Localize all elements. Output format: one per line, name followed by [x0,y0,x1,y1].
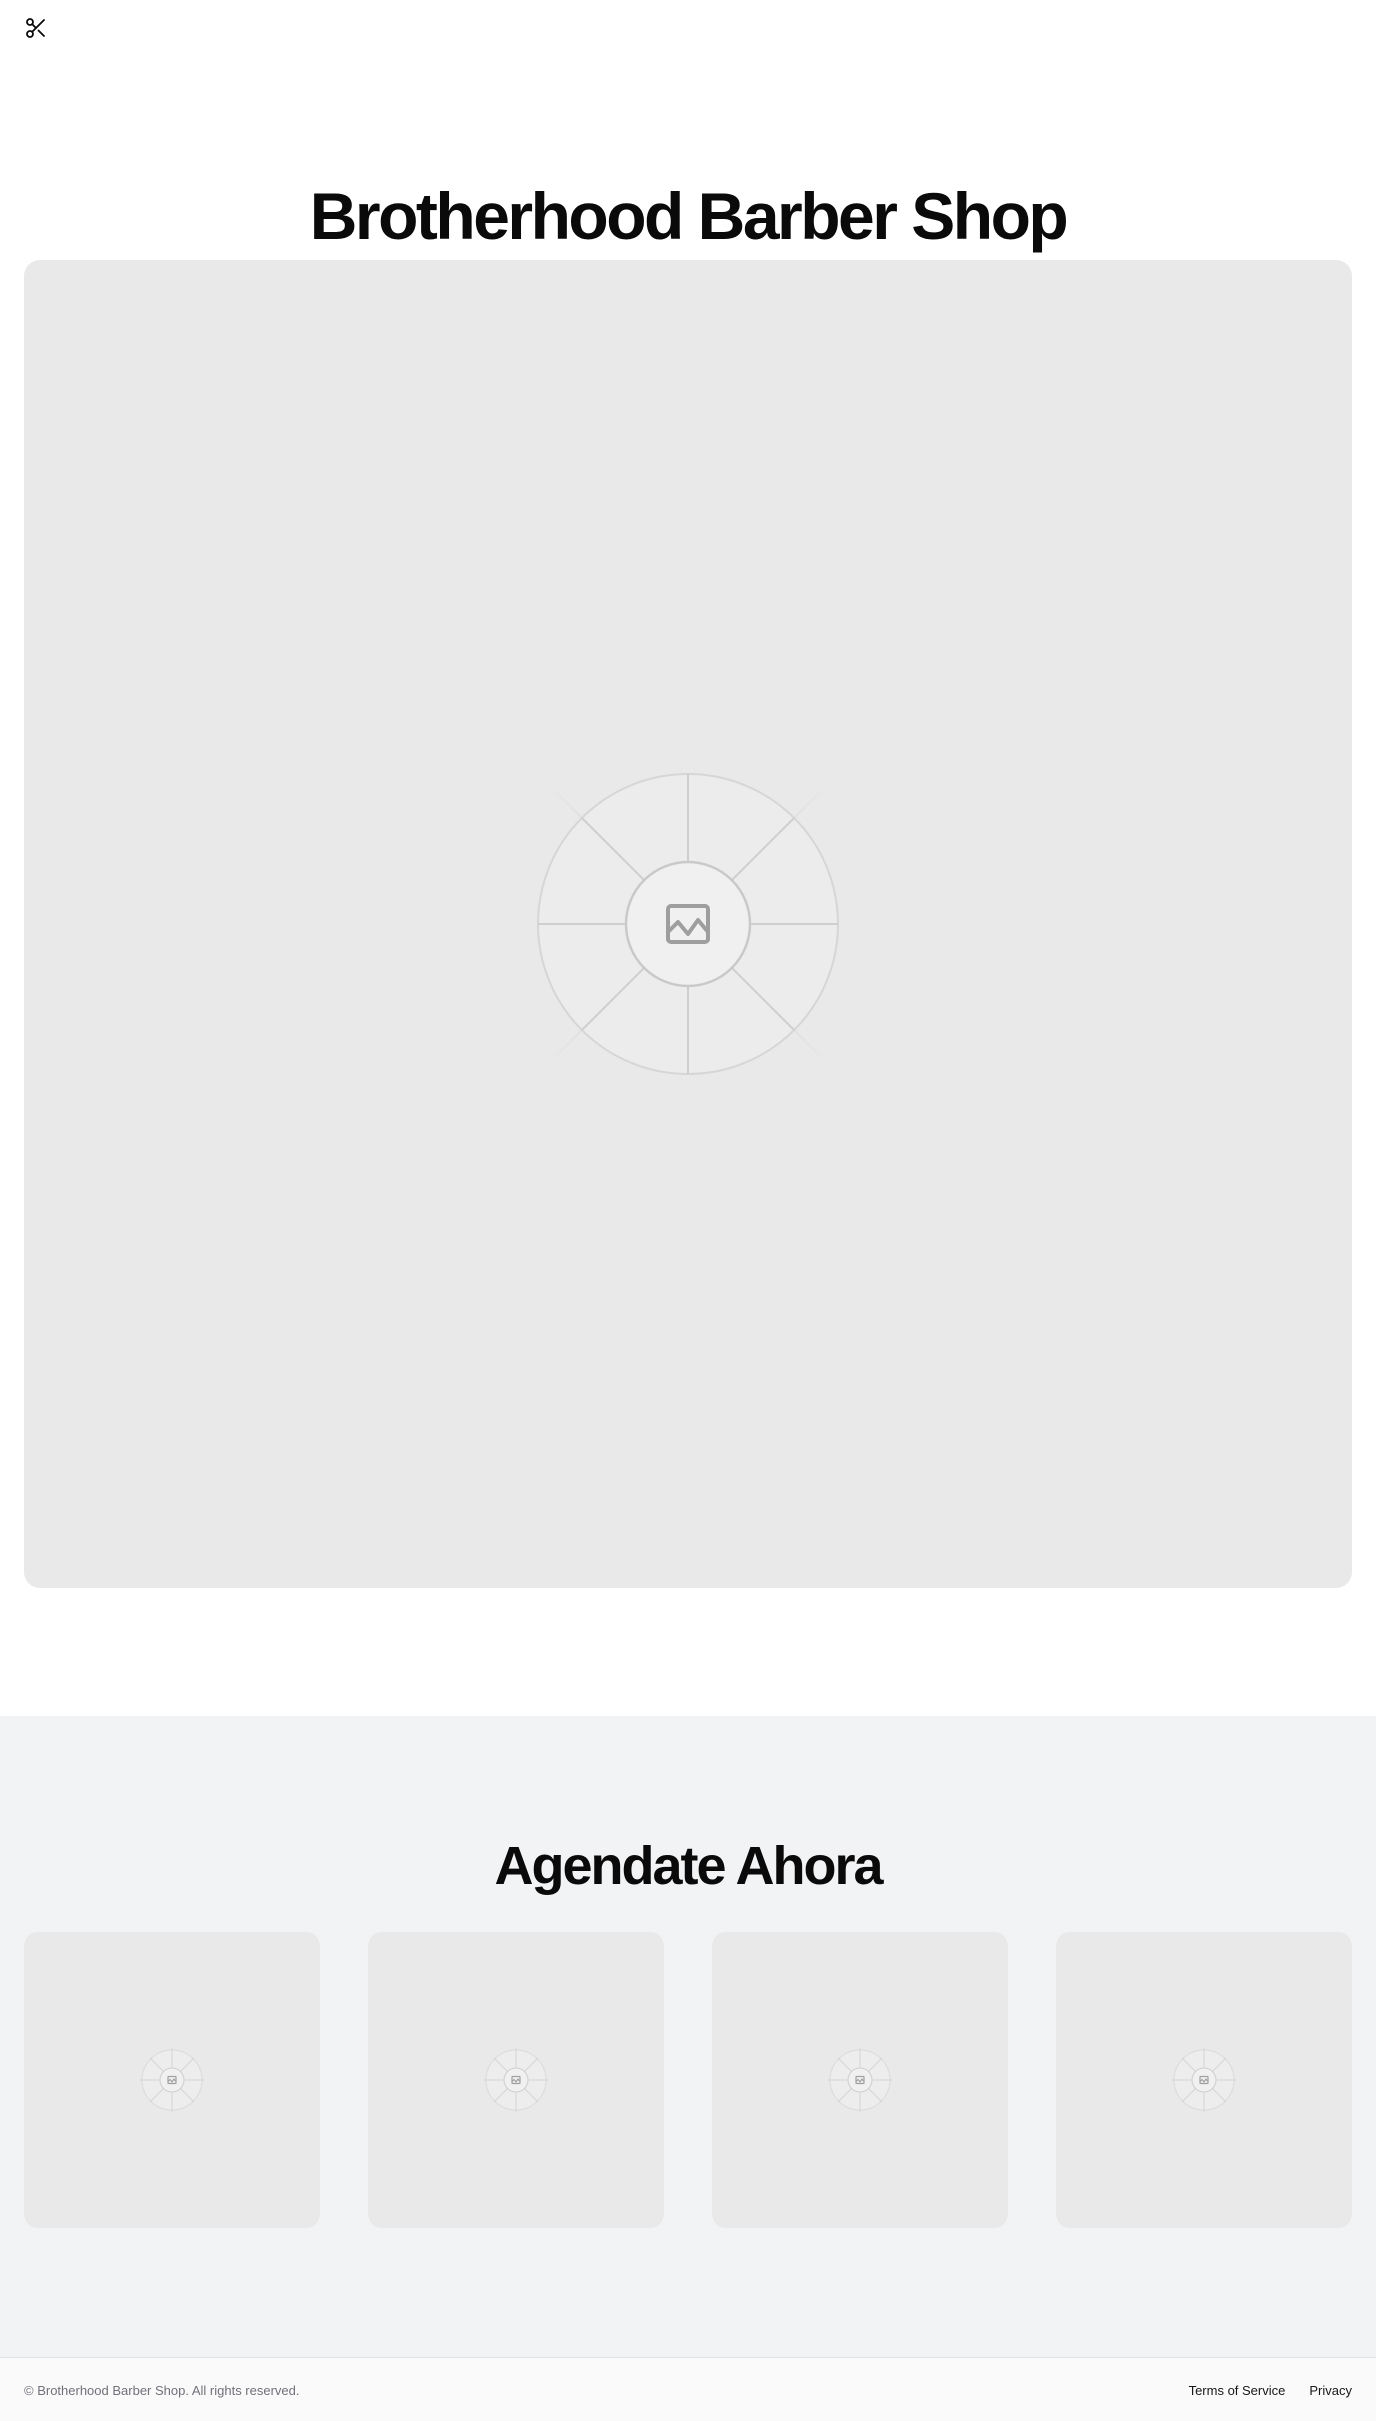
booking-section: Agendate Ahora [0,1716,1376,2357]
booking-card-grid [24,1932,1352,2228]
privacy-link[interactable]: Privacy [1309,2383,1352,2398]
copyright-text: © Brotherhood Barber Shop. All rights re… [24,2383,300,2398]
image-placeholder-icon [140,2048,204,2112]
site-header [0,0,1376,56]
image-placeholder-icon [828,2048,892,2112]
booking-title: Agendate Ahora [494,1836,883,1896]
hero-image [24,260,1352,1588]
booking-card[interactable] [712,1932,1008,2228]
image-placeholder-icon [488,724,888,1124]
footer-nav: Terms of Service Privacy [1189,2383,1352,2398]
terms-of-service-link[interactable]: Terms of Service [1189,2383,1286,2398]
image-placeholder-icon [1172,2048,1236,2112]
hero-title: Brotherhood Barber Shop [309,179,1069,253]
booking-card[interactable] [368,1932,664,2228]
booking-card[interactable] [24,1932,320,2228]
scissors-icon[interactable] [24,16,48,40]
site-footer: © Brotherhood Barber Shop. All rights re… [0,2357,1376,2421]
booking-card[interactable] [1056,1932,1352,2228]
image-placeholder-icon [484,2048,548,2112]
